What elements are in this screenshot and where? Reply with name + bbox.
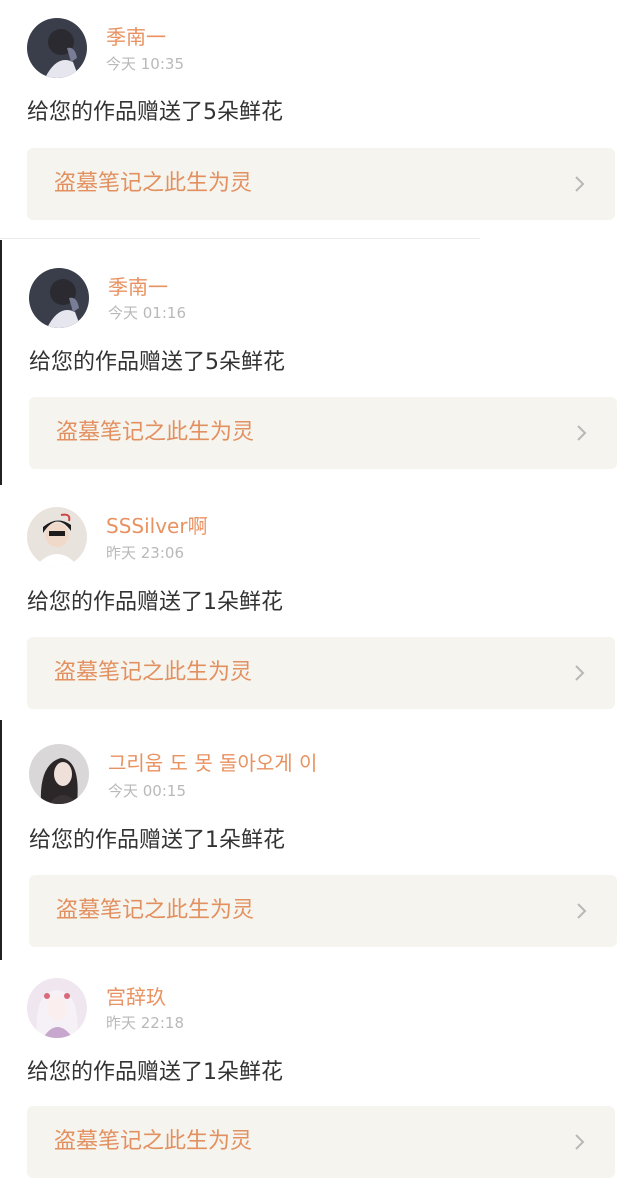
timestamp: 昨天 23:06 (106, 544, 184, 562)
work-card[interactable]: 盗墓笔记之此生为灵 (29, 875, 617, 947)
user-avatar[interactable] (29, 268, 89, 328)
user-avatar[interactable] (27, 978, 87, 1038)
notification-item: 宫辞玖 昨天 22:18 给您的作品赠送了1朵鲜花 盗墓笔记之此生为灵 (0, 960, 640, 1191)
work-card[interactable]: 盗墓笔记之此生为灵 (27, 637, 615, 709)
notification-message: 给您的作品赠送了5朵鲜花 (29, 350, 285, 375)
notification-message: 给您的作品赠送了5朵鲜花 (27, 100, 283, 125)
timestamp: 今天 10:35 (106, 55, 184, 73)
user-avatar[interactable] (27, 18, 87, 78)
username[interactable]: 季南一 (106, 24, 166, 50)
notification-message: 给您的作品赠送了1朵鲜花 (27, 590, 283, 615)
work-title: 盗墓笔记之此生为灵 (56, 420, 255, 445)
notification-item: 季南一 今天 10:35 给您的作品赠送了5朵鲜花 盗墓笔记之此生为灵 (0, 0, 640, 240)
chevron-right-icon (577, 425, 587, 441)
notification-message: 给您的作品赠送了1朵鲜花 (27, 1060, 283, 1085)
chevron-right-icon (575, 176, 585, 192)
work-title: 盗墓笔记之此生为灵 (54, 660, 253, 685)
notification-message: 给您的作品赠送了1朵鲜花 (29, 828, 285, 853)
username[interactable]: 宫辞玖 (106, 984, 166, 1010)
notification-item: SSSilver啊 昨天 23:06 给您的作品赠送了1朵鲜花 盗墓笔记之此生为… (0, 485, 640, 720)
chevron-right-icon (575, 665, 585, 681)
work-title: 盗墓笔记之此生为灵 (54, 171, 253, 196)
work-card[interactable]: 盗墓笔记之此生为灵 (27, 1106, 615, 1178)
notification-feed: 季南一 今天 10:35 给您的作品赠送了5朵鲜花 盗墓笔记之此生为灵 季南一 … (0, 0, 640, 1191)
work-title: 盗墓笔记之此生为灵 (54, 1129, 253, 1154)
work-card[interactable]: 盗墓笔记之此生为灵 (27, 148, 615, 220)
timestamp: 昨天 22:18 (106, 1014, 184, 1032)
work-card[interactable]: 盗墓笔记之此生为灵 (29, 397, 617, 469)
username[interactable]: 그리움 도 못 돌아오게 이 (108, 750, 317, 776)
username[interactable]: SSSilver啊 (106, 513, 208, 539)
work-title: 盗墓笔记之此生为灵 (56, 898, 255, 923)
username[interactable]: 季南一 (108, 274, 168, 300)
notification-item: 그리움 도 못 돌아오게 이 今天 00:15 给您的作品赠送了1朵鲜花 盗墓笔… (0, 720, 640, 960)
chevron-right-icon (577, 903, 587, 919)
notification-item: 季南一 今天 01:16 给您的作品赠送了5朵鲜花 盗墓笔记之此生为灵 (0, 240, 640, 485)
user-avatar[interactable] (27, 507, 87, 567)
timestamp: 今天 00:15 (108, 782, 186, 800)
user-avatar[interactable] (29, 744, 89, 804)
timestamp: 今天 01:16 (108, 304, 186, 322)
chevron-right-icon (575, 1134, 585, 1150)
divider (0, 238, 480, 239)
